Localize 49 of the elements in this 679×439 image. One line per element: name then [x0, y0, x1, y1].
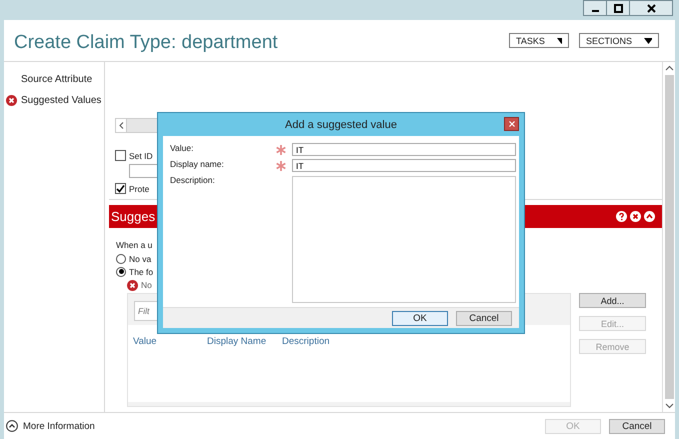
dialog-title: Add a suggested value	[285, 118, 397, 130]
minimize-icon	[592, 10, 598, 12]
vertical-scrollbar[interactable]	[662, 62, 675, 412]
field-label: Display name:	[170, 159, 225, 169]
error-icon	[127, 280, 138, 290]
description-field[interactable]	[292, 176, 516, 303]
close-icon	[646, 4, 656, 12]
radio-button[interactable]	[116, 266, 126, 276]
caret-icon	[556, 38, 562, 44]
required-icon	[276, 145, 286, 155]
dialog-button[interactable]: Cancel	[456, 310, 512, 326]
more-information-link[interactable]: More Information	[23, 420, 95, 432]
checkbox-label: Prote	[129, 184, 150, 194]
nav-link[interactable]: Source Attribute	[21, 74, 92, 85]
prompt-text: When a u	[116, 240, 154, 252]
close-button[interactable]	[504, 117, 519, 131]
radio-button[interactable]	[116, 254, 126, 264]
input-field[interactable]: IT	[292, 143, 516, 156]
dialog-button[interactable]: OK	[392, 310, 448, 326]
column-header[interactable]: Display Name	[207, 336, 282, 347]
help-icon[interactable]	[616, 211, 627, 222]
menu-dropdown[interactable]: SECTIONS	[579, 33, 659, 48]
column-header[interactable]: Value	[133, 336, 207, 347]
collapse-icon[interactable]	[6, 420, 18, 432]
error-message: No	[141, 280, 152, 290]
footer-button[interactable]: Cancel	[609, 418, 665, 434]
radio-label: No va	[129, 254, 152, 264]
menu-dropdown[interactable]: TASKS	[509, 33, 569, 48]
close-icon[interactable]	[630, 211, 641, 222]
nav-link[interactable]: Suggested Values	[21, 95, 102, 106]
maximize-button[interactable]	[606, 0, 630, 16]
input-field[interactable]: IT	[292, 159, 516, 172]
page-title: Create Claim Type: department	[14, 32, 278, 54]
close-button[interactable]	[629, 0, 673, 16]
section-title: Sugges	[111, 209, 156, 224]
field-label: Description:	[170, 175, 216, 185]
checkbox-label: Set ID	[129, 150, 153, 160]
minimize-button[interactable]	[583, 0, 607, 16]
checkbox[interactable]	[115, 183, 126, 194]
maximize-icon	[614, 4, 622, 12]
column-header[interactable]: Description	[282, 336, 330, 347]
caret-icon	[644, 38, 652, 44]
radio-label: The fo	[129, 266, 154, 276]
action-button[interactable]: Add...	[579, 293, 646, 308]
required-icon	[276, 161, 286, 171]
collapse-icon[interactable]	[644, 211, 655, 222]
close-icon	[508, 121, 514, 127]
checkbox[interactable]	[115, 150, 126, 161]
field-label: Value:	[170, 143, 194, 153]
